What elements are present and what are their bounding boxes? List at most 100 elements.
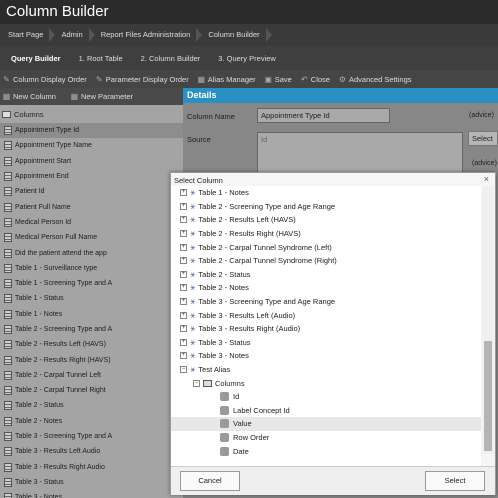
column-icon (4, 156, 12, 166)
expand-icon[interactable]: + (180, 216, 187, 224)
tree-node-table[interactable]: + ⚹ Table 2 - Carpal Tunnel Syndrome (Left… (171, 240, 481, 254)
tree-node-table[interactable]: + ⚹ Table 3 - Notes (171, 349, 481, 363)
tree-leaf-column[interactable]: Date (171, 444, 481, 458)
tree-node-test-alias[interactable]: − ⚹ Test Alias (171, 363, 481, 377)
column-list-item[interactable]: Patient Id (0, 184, 183, 199)
close-button[interactable]: ↶ Close (298, 75, 330, 84)
column-list-item-label: Appointment End (15, 173, 69, 181)
column-list-item[interactable]: Table 3 - Results Left Audio (0, 444, 183, 459)
tree-leaf-column[interactable]: Label Concept Id (171, 404, 481, 418)
step-column-builder[interactable]: 2. Column Builder (132, 54, 210, 63)
columns-root[interactable]: Columns (0, 105, 183, 123)
breadcrumb-report-files-administration[interactable]: Report Files Administration (97, 24, 205, 46)
tree-node-label: Table 1 - Notes (198, 188, 249, 198)
expand-icon[interactable]: + (180, 243, 187, 251)
expand-icon[interactable]: + (180, 311, 187, 319)
tree-leaf-label: Date (233, 446, 249, 456)
tree-node-table[interactable]: + ⚹ Table 2 - Carpal Tunnel Syndrome (Righ… (171, 254, 481, 268)
scrollbar-thumb[interactable] (484, 341, 492, 451)
alias-manager-button[interactable]: ▦ Alias Manager (195, 75, 255, 84)
expand-icon[interactable]: + (180, 284, 187, 292)
column-list: Appointment Type Id Appointment Type Name… (0, 123, 183, 498)
column-list-item[interactable]: Appointment Type Name (0, 138, 183, 153)
new-parameter-button[interactable]: ▦ New Parameter (68, 92, 133, 101)
column-list-item[interactable]: Table 2 - Carpal Tunnel Left (0, 368, 183, 383)
source-select-button[interactable]: Select (468, 131, 498, 146)
step-root-table[interactable]: 1. Root Table (70, 54, 132, 63)
parameter-display-order-button[interactable]: ✎ Parameter Display Order (93, 75, 189, 84)
column-display-order-button[interactable]: ✎ Column Display Order (0, 75, 87, 84)
column-list-item[interactable]: Table 2 - Carpal Tunnel Right (0, 383, 183, 398)
tree-node-label: Table 2 - Status (198, 269, 251, 279)
folder-icon (2, 110, 11, 118)
expand-icon[interactable]: + (180, 298, 187, 306)
expand-icon[interactable]: + (180, 257, 187, 265)
column-list-item[interactable]: Patient Full Name (0, 199, 183, 214)
column-list-item-label: Table 1 - Screening Type and A (15, 280, 113, 288)
expand-icon[interactable]: + (180, 325, 187, 333)
tree-node-columns[interactable]: − Columns (171, 376, 481, 390)
column-list-item[interactable]: Table 2 - Screening Type and A (0, 322, 183, 337)
column-list-item[interactable]: Appointment Start (0, 154, 183, 169)
column-list-item[interactable]: Table 2 - Results Left (HAVS) (0, 337, 183, 352)
expand-icon[interactable]: + (180, 338, 187, 346)
expand-icon[interactable]: + (180, 230, 187, 238)
column-list-item[interactable]: Table 2 - Notes (0, 414, 183, 429)
column-list-item-label: Table 1 - Status (15, 295, 64, 303)
tree-node-table[interactable]: + ⚹ Table 2 - Screening Type and Age Range (171, 200, 481, 214)
column-list-item[interactable]: Table 3 - Notes (0, 490, 183, 498)
step-query-preview[interactable]: 3. Query Preview (209, 54, 285, 63)
column-list-item[interactable]: Table 1 - Screening Type and A (0, 276, 183, 291)
tree-node-table[interactable]: + ⚹ Table 2 - Notes (171, 281, 481, 295)
column-name-advice[interactable]: (advice) (469, 112, 494, 119)
breadcrumb-admin[interactable]: Admin (57, 24, 96, 46)
breadcrumb-column-builder[interactable]: Column Builder (204, 24, 273, 46)
column-list-item[interactable]: Table 3 - Results Right Audio (0, 460, 183, 475)
column-list-item[interactable]: Table 1 - Surveillance type (0, 261, 183, 276)
tree-leaf-label: Label Concept Id (233, 405, 290, 415)
tree-node-label: Table 3 - Status (198, 337, 251, 347)
column-list-item[interactable]: Did the patient attend the app (0, 245, 183, 260)
tree-leaf-column[interactable]: Id (171, 390, 481, 404)
tree-leaf-column[interactable]: Value (171, 417, 481, 431)
column-list-item[interactable]: Table 1 - Notes (0, 307, 183, 322)
tree-node-table[interactable]: + ⚹ Table 3 - Results Left (Audio) (171, 308, 481, 322)
expand-icon[interactable]: + (180, 189, 187, 197)
column-list-item[interactable]: Table 2 - Status (0, 398, 183, 413)
select-button[interactable]: Select (425, 471, 485, 491)
column-list-item[interactable]: Appointment Type Id (0, 123, 183, 139)
expand-icon[interactable]: + (180, 270, 187, 278)
expand-icon[interactable]: + (180, 202, 187, 210)
tree-node-table[interactable]: + ⚹ Table 3 - Screening Type and Age Range (171, 295, 481, 309)
advanced-settings-button[interactable]: ⚙ Advanced Settings (336, 75, 412, 84)
column-list-item-label: Table 2 - Results Left (HAVS) (15, 341, 106, 349)
column-list-item[interactable]: Medical Person Id (0, 215, 183, 230)
close-icon[interactable]: × (484, 174, 489, 184)
tree-node-table[interactable]: + ⚹ Table 3 - Status (171, 336, 481, 350)
column-list-item[interactable]: Table 1 - Status (0, 291, 183, 306)
collapse-icon[interactable]: − (180, 366, 187, 374)
column-list-item[interactable]: Table 3 - Screening Type and A (0, 429, 183, 444)
tree-node-table[interactable]: + ⚹ Table 2 - Results Right (HAVS) (171, 227, 481, 241)
collapse-icon[interactable]: − (193, 379, 200, 387)
column-icon (220, 446, 229, 456)
column-list-item[interactable]: Appointment End (0, 169, 183, 184)
tree-node-table[interactable]: + ⚹ Table 2 - Results Left (HAVS) (171, 213, 481, 227)
column-list-item[interactable]: Table 3 - Status (0, 475, 183, 490)
column-list-item[interactable]: Table 2 - Results Right (HAVS) (0, 352, 183, 367)
tree-node-table[interactable]: + ⚹ Table 3 - Results Right (Audio) (171, 322, 481, 336)
cancel-button[interactable]: Cancel (180, 471, 240, 491)
grid-icon: ▦ (2, 92, 11, 101)
column-name-field[interactable]: Appointment Type Id (257, 108, 390, 123)
expand-icon[interactable]: + (180, 352, 187, 360)
column-list-item-label: Table 3 - Results Left Audio (15, 448, 101, 456)
column-list-item[interactable]: Medical Person Full Name (0, 230, 183, 245)
dialog-scrollbar[interactable] (482, 186, 494, 454)
source-advice[interactable]: (advice) (472, 160, 497, 167)
breadcrumb-start-page[interactable]: Start Page (4, 24, 57, 46)
save-button[interactable]: ▣ Save (262, 75, 291, 84)
tree-node-table[interactable]: + ⚹ Table 2 - Status (171, 268, 481, 282)
tree-node-table[interactable]: + ⚹ Table 1 - Notes (171, 186, 481, 200)
new-column-button[interactable]: ▦ New Column (0, 92, 56, 101)
tree-leaf-column[interactable]: Row Order (171, 431, 481, 445)
